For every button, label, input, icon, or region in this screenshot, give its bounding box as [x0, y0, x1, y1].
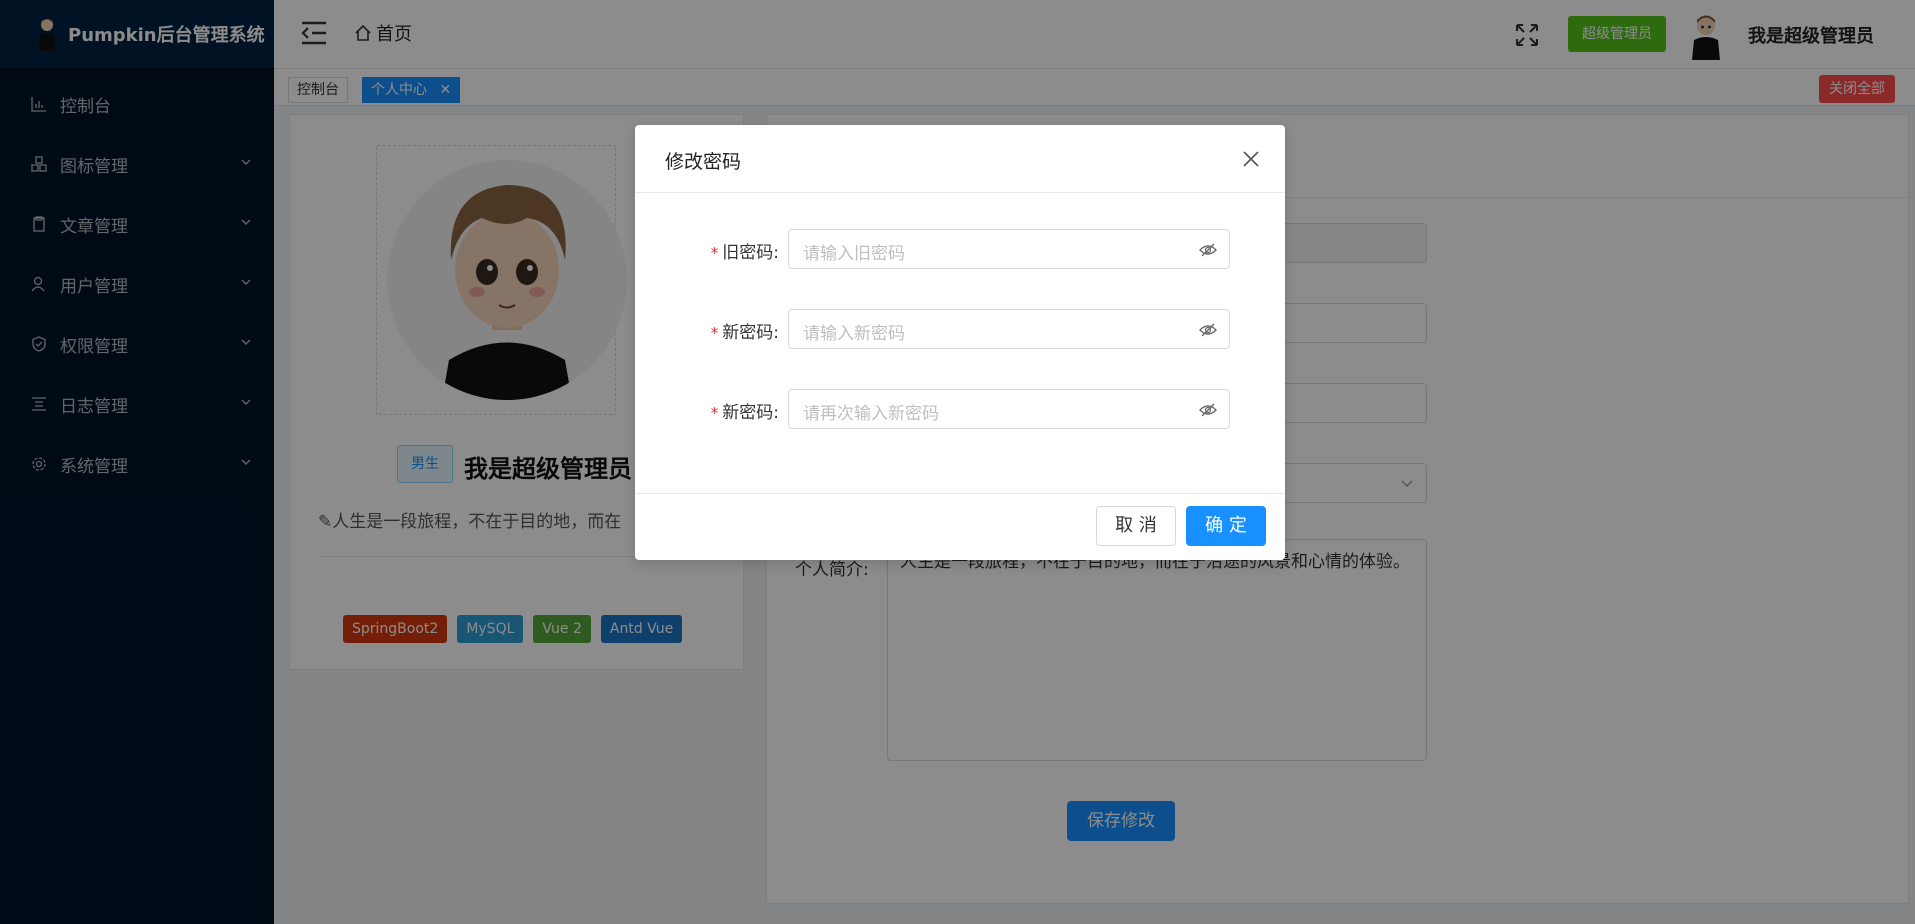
form-label-text: 旧密码:	[722, 243, 779, 263]
close-icon[interactable]	[1241, 149, 1261, 169]
old-password-input[interactable]: 请输入旧密码	[788, 229, 1230, 269]
form-row-new-password: * 新密码: 请输入新密码	[635, 309, 1285, 349]
eye-invisible-icon[interactable]	[1199, 401, 1217, 419]
form-label-text: 新密码:	[722, 323, 779, 343]
confirm-password-input[interactable]: 请再次输入新密码	[788, 389, 1230, 429]
form-label: * 旧密码:	[711, 238, 779, 263]
new-password-input[interactable]: 请输入新密码	[788, 309, 1230, 349]
form-label: * 新密码:	[711, 318, 779, 343]
input-placeholder: 请再次输入新密码	[803, 404, 939, 424]
form-row-confirm-password: * 新密码: 请再次输入新密码	[635, 389, 1285, 429]
input-placeholder: 请输入旧密码	[803, 244, 905, 264]
required-mark: *	[710, 244, 719, 262]
cancel-button[interactable]: 取 消	[1096, 506, 1176, 546]
confirm-button[interactable]: 确 定	[1186, 506, 1266, 546]
input-placeholder: 请输入新密码	[803, 324, 905, 344]
modal-footer: 取 消 确 定	[635, 493, 1285, 560]
eye-invisible-icon[interactable]	[1199, 321, 1217, 339]
required-mark: *	[710, 404, 719, 422]
form-label: * 新密码:	[711, 398, 779, 423]
form-row-old-password: * 旧密码: 请输入旧密码	[635, 229, 1285, 269]
modal-title: 修改密码	[665, 151, 742, 173]
required-mark: *	[710, 324, 719, 342]
modal-header: 修改密码	[635, 125, 1285, 193]
eye-invisible-icon[interactable]	[1199, 241, 1217, 259]
form-label-text: 新密码:	[722, 403, 779, 423]
change-password-modal: 修改密码 * 旧密码: 请输入旧密码 * 新密码: 请输入新密码 * 新密码: 请再次…	[635, 125, 1285, 560]
